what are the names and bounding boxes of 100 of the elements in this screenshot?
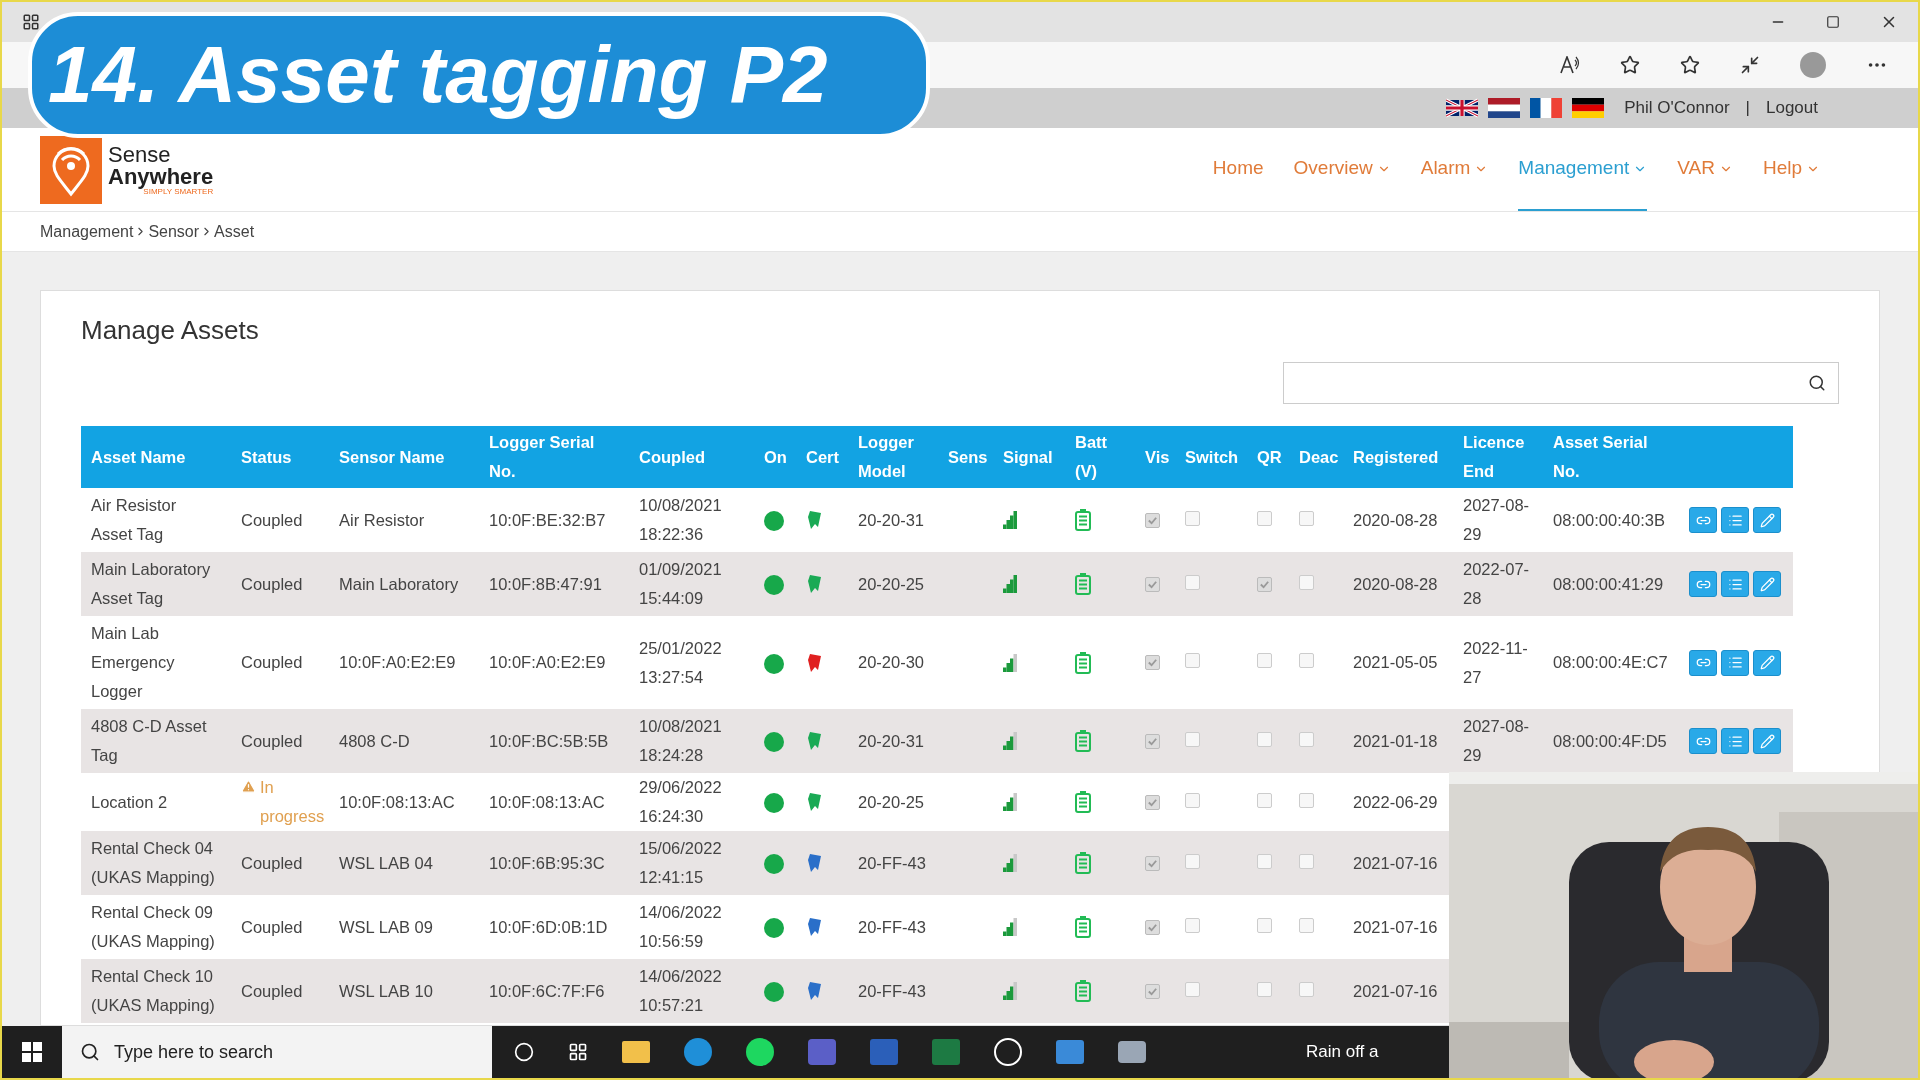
table-cell: 20-20-31 xyxy=(848,709,938,773)
checkbox[interactable] xyxy=(1257,917,1272,933)
checkbox[interactable] xyxy=(1145,794,1160,810)
table-cell: 2022-06-29 xyxy=(1343,773,1453,831)
certificate-icon[interactable] xyxy=(806,730,824,752)
checkbox[interactable] xyxy=(1145,919,1160,935)
checkbox[interactable] xyxy=(1257,853,1272,869)
column-header: Batt (V) xyxy=(1065,426,1135,488)
checkbox[interactable] xyxy=(1299,981,1314,997)
details-button[interactable] xyxy=(1721,649,1749,676)
link-button[interactable] xyxy=(1689,649,1717,676)
nav-link[interactable]: Home xyxy=(1212,128,1264,211)
tab-actions-icon[interactable] xyxy=(22,13,40,31)
checkbox[interactable] xyxy=(1185,574,1200,590)
checkmark-icon xyxy=(1147,796,1158,808)
certificate-icon[interactable] xyxy=(806,573,824,595)
checkbox[interactable] xyxy=(1185,653,1200,668)
certificate-icon[interactable] xyxy=(806,916,824,938)
checkbox[interactable] xyxy=(1299,792,1314,808)
link-button[interactable] xyxy=(1689,571,1717,597)
checkmark-icon xyxy=(1147,735,1158,747)
table-cell: 2021-07-16 xyxy=(1343,895,1453,959)
column-header: QR xyxy=(1247,426,1289,488)
breadcrumb-link[interactable]: Management xyxy=(40,219,134,244)
edit-button[interactable] xyxy=(1753,649,1781,676)
column-header: Sens xyxy=(938,426,993,488)
column-header: Status xyxy=(231,426,329,488)
table-cell: Air Resistor xyxy=(329,488,479,552)
maximize-icon[interactable] xyxy=(1826,15,1840,29)
nav-link[interactable]: Alarm xyxy=(1420,128,1489,211)
logout-link[interactable]: Logout xyxy=(1766,95,1818,121)
checkbox[interactable] xyxy=(1257,576,1272,592)
search-icon[interactable] xyxy=(1808,374,1826,392)
certificate-icon[interactable] xyxy=(806,509,824,531)
logo-icon xyxy=(40,135,102,204)
list-icon xyxy=(1727,576,1743,592)
breadcrumb-link[interactable]: Sensor xyxy=(148,219,200,244)
checkbox[interactable] xyxy=(1185,853,1200,869)
edit-button[interactable] xyxy=(1753,571,1781,597)
checkbox[interactable] xyxy=(1185,731,1200,747)
checkbox[interactable] xyxy=(1185,510,1200,526)
title-banner: 14. Asset tagging P2 xyxy=(28,12,930,138)
checkbox[interactable] xyxy=(1299,853,1314,869)
checkbox[interactable] xyxy=(1145,576,1160,592)
table-cell: WSL LAB 09 xyxy=(329,895,479,959)
dutch-flag-icon[interactable] xyxy=(1488,98,1521,118)
checkbox[interactable] xyxy=(1257,731,1272,747)
pencil-icon xyxy=(1759,512,1775,528)
table-cell: 10:0F:6D:0B:1D xyxy=(479,895,629,959)
checkbox[interactable] xyxy=(1299,731,1314,747)
checkbox[interactable] xyxy=(1145,512,1160,528)
checkbox[interactable] xyxy=(1145,855,1160,871)
table-cell: 2022-11-27 xyxy=(1463,638,1528,686)
windows-start-icon[interactable] xyxy=(22,1042,42,1062)
link-button[interactable] xyxy=(1689,507,1717,533)
read-aloud-icon[interactable] xyxy=(1560,56,1580,74)
status-text: Coupled xyxy=(241,574,303,593)
checkbox[interactable] xyxy=(1185,917,1200,933)
checkbox[interactable] xyxy=(1299,917,1314,933)
french-flag-icon[interactable] xyxy=(1530,98,1563,118)
add-favorite-icon[interactable] xyxy=(1620,55,1640,75)
checkbox[interactable] xyxy=(1185,981,1200,997)
checkbox[interactable] xyxy=(1257,510,1272,526)
checkbox[interactable] xyxy=(1257,792,1272,808)
details-button[interactable] xyxy=(1721,507,1749,533)
nav-link[interactable]: Overview xyxy=(1293,128,1391,211)
nav-link[interactable]: VAR xyxy=(1677,128,1733,211)
nav-link[interactable]: Help xyxy=(1762,128,1820,211)
details-button[interactable] xyxy=(1721,728,1749,754)
checkbox[interactable] xyxy=(1145,655,1160,670)
nav-link[interactable]: Management xyxy=(1518,128,1648,211)
checkbox[interactable] xyxy=(1145,733,1160,749)
checkbox[interactable] xyxy=(1185,792,1200,808)
search-placeholder: Type here to search xyxy=(114,1040,274,1064)
certificate-icon[interactable] xyxy=(806,852,824,874)
checkbox[interactable] xyxy=(1145,983,1160,999)
link-button[interactable] xyxy=(1689,728,1717,754)
battery-icon xyxy=(1075,651,1091,674)
edit-button[interactable] xyxy=(1753,728,1781,754)
certificate-icon[interactable] xyxy=(806,980,824,1002)
details-button[interactable] xyxy=(1721,571,1749,597)
table-cell: 25/01/2022 13:27:54 xyxy=(629,616,754,709)
checkbox[interactable] xyxy=(1257,981,1272,997)
certificate-icon[interactable] xyxy=(806,791,824,813)
checkbox[interactable] xyxy=(1299,653,1314,668)
task-view-icon[interactable] xyxy=(568,1042,588,1062)
certificate-icon[interactable] xyxy=(806,651,824,674)
uk-flag-icon[interactable] xyxy=(1446,98,1479,118)
checkbox[interactable] xyxy=(1299,574,1314,590)
search-field[interactable] xyxy=(1283,362,1839,404)
breadcrumb-link[interactable]: Asset xyxy=(214,219,255,244)
checkbox[interactable] xyxy=(1257,653,1272,668)
column-header: Deac xyxy=(1289,426,1343,488)
favorites-icon[interactable] xyxy=(1680,55,1700,75)
logo-text: Anywhere xyxy=(108,165,214,188)
edit-button[interactable] xyxy=(1753,507,1781,533)
profile-avatar[interactable] xyxy=(1800,52,1826,78)
german-flag-icon[interactable] xyxy=(1572,98,1605,118)
checkbox[interactable] xyxy=(1299,510,1314,526)
taskbar-search-field[interactable]: Type here to search xyxy=(62,1026,492,1078)
